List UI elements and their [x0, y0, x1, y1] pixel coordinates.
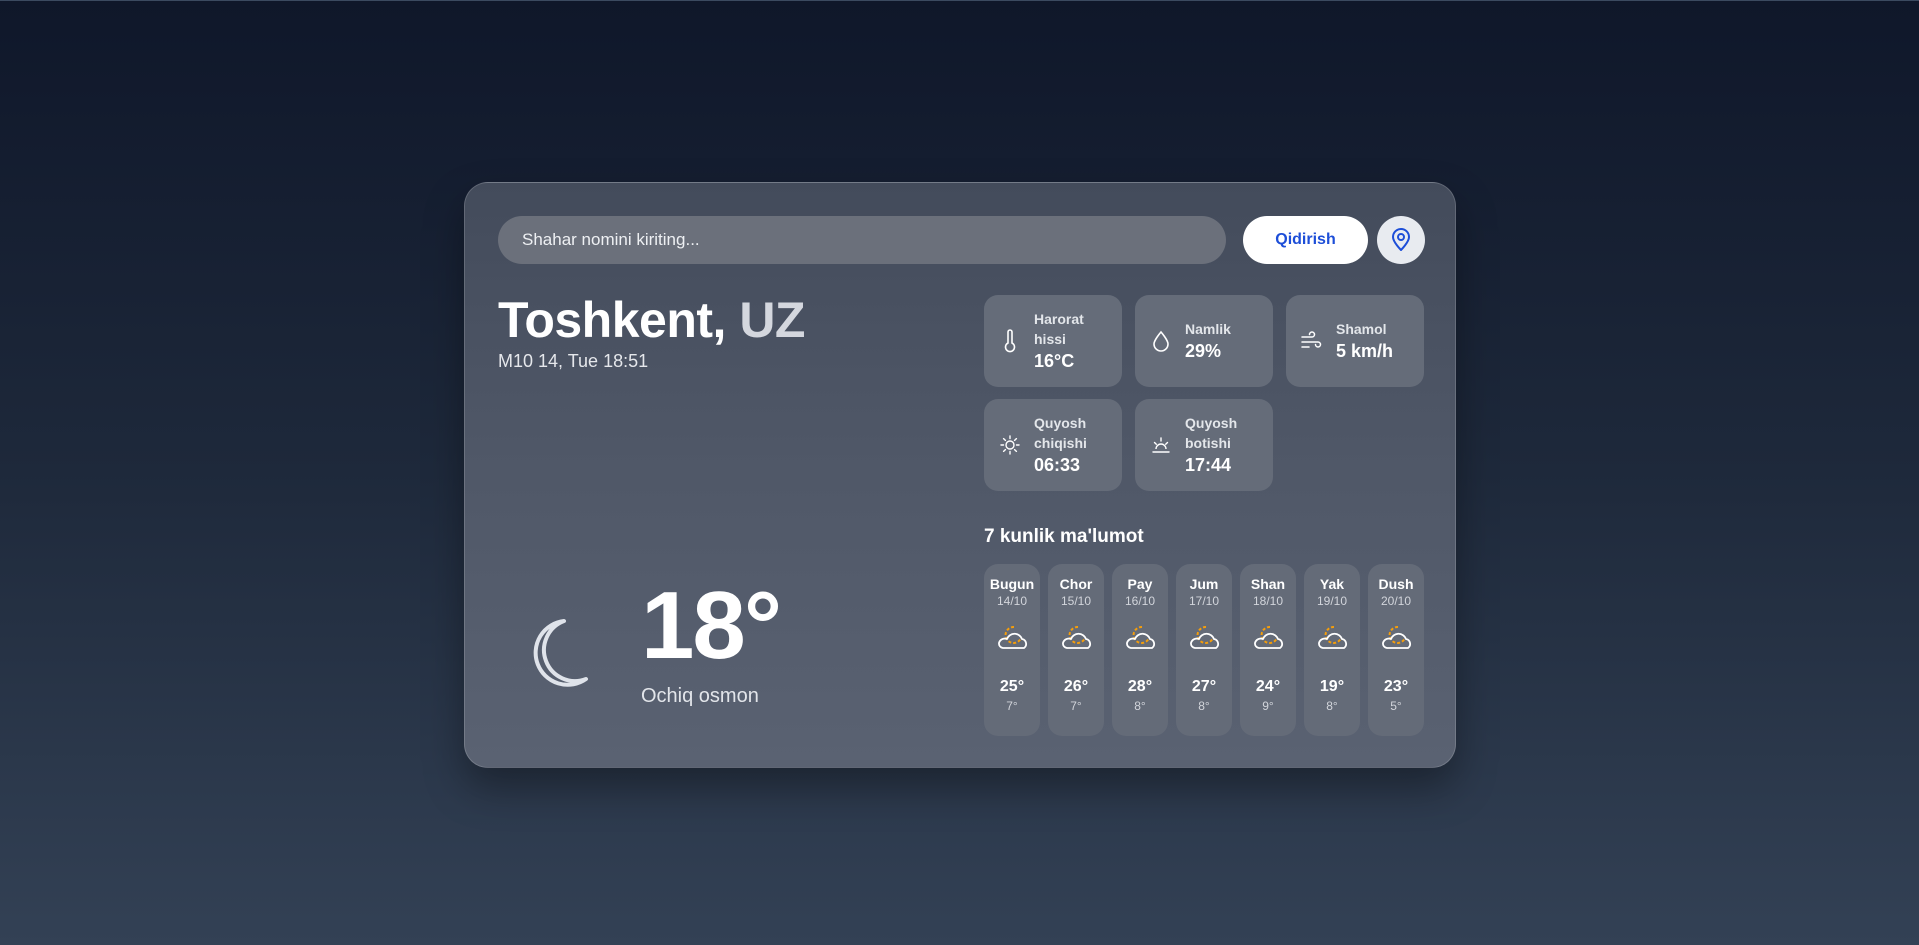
forecast-day-date: 18/10 — [1252, 594, 1284, 608]
search-button[interactable]: Qidirish — [1243, 216, 1368, 264]
city-name: Toshkent, — [498, 292, 726, 348]
date-time: M10 14, Tue 18:51 — [498, 351, 649, 371]
forecast-max-temp: 23° — [1383, 678, 1409, 695]
stat-label: Quyosh botishi — [1185, 415, 1238, 451]
stat-label: Harorat hissi — [1034, 311, 1084, 347]
forecast-day-date: 16/10 — [1124, 594, 1156, 608]
stat-sunset: Quyosh botishi 17:44 — [1135, 399, 1273, 491]
forecast-min-temp: 8° — [1326, 699, 1338, 713]
stat-humidity: Namlik 29% — [1135, 295, 1273, 387]
stat-label: Quyosh chiqishi — [1034, 415, 1087, 451]
droplet-icon — [1153, 330, 1169, 352]
forecast-day: Jum 17/10 27° 8° — [1176, 564, 1232, 736]
weather-card: Qidirish Toshkent, UZ M10 14, Tue 18:51 … — [464, 182, 1456, 768]
stat-value: 16°C — [1034, 351, 1075, 371]
stat-value: 5 km/h — [1336, 341, 1394, 361]
partly-cloudy-night-icon — [1126, 625, 1155, 649]
forecast-min-temp: 7° — [1070, 699, 1082, 713]
moon-icon — [533, 619, 588, 687]
forecast-max-temp: 19° — [1319, 678, 1345, 695]
location-button[interactable] — [1377, 216, 1425, 264]
forecast-day: Bugun 14/10 25° 7° — [984, 564, 1040, 736]
stat-value: 29% — [1185, 341, 1222, 361]
forecast-day-date: 19/10 — [1316, 594, 1348, 608]
forecast-day-name: Chor — [1059, 576, 1093, 592]
search-input[interactable] — [498, 216, 1226, 264]
stat-value: 06:33 — [1034, 455, 1081, 475]
forecast-min-temp: 9° — [1262, 699, 1274, 713]
country-code: UZ — [739, 292, 805, 348]
forecast-max-temp: 26° — [1063, 678, 1089, 695]
forecast-min-temp: 8° — [1198, 699, 1210, 713]
forecast-min-temp: 7° — [1006, 699, 1018, 713]
forecast-day-name: Jum — [1189, 576, 1219, 592]
forecast-day-name: Shan — [1250, 576, 1286, 592]
forecast-day-date: 14/10 — [996, 594, 1028, 608]
thermometer-icon — [1004, 329, 1016, 353]
sunset-icon — [1152, 437, 1170, 453]
partly-cloudy-night-icon — [998, 625, 1027, 649]
weather-description: Ochiq osmon — [641, 685, 759, 707]
wind-icon — [1301, 331, 1322, 348]
partly-cloudy-night-icon — [1062, 625, 1091, 649]
partly-cloudy-night-icon — [1382, 625, 1411, 649]
map-pin-icon — [1392, 228, 1410, 251]
forecast-title: 7 kunlik ma'lumot — [984, 526, 1144, 547]
sunrise-icon — [1000, 435, 1020, 455]
forecast-day-date: 17/10 — [1188, 594, 1220, 608]
forecast-day-name: Pay — [1127, 576, 1153, 592]
partly-cloudy-night-icon — [1190, 625, 1219, 649]
forecast-max-temp: 27° — [1191, 678, 1217, 695]
forecast-min-temp: 8° — [1134, 699, 1146, 713]
forecast-day-name: Bugun — [989, 576, 1035, 592]
forecast-day: Chor 15/10 26° 7° — [1048, 564, 1104, 736]
forecast-day: Pay 16/10 28° 8° — [1112, 564, 1168, 736]
forecast-max-temp: 24° — [1255, 678, 1281, 695]
forecast-day: Dush 20/10 23° 5° — [1368, 564, 1424, 736]
stat-feels-like: Harorat hissi 16°C — [984, 295, 1122, 387]
city-title: Toshkent, UZ — [498, 291, 805, 349]
partly-cloudy-night-icon — [1254, 625, 1283, 649]
stat-sunrise: Quyosh chiqishi 06:33 — [984, 399, 1122, 491]
forecast-day: Yak 19/10 19° 8° — [1304, 564, 1360, 736]
stat-value: 17:44 — [1185, 455, 1232, 475]
partly-cloudy-night-icon — [1318, 625, 1347, 649]
forecast-day-name: Dush — [1378, 576, 1414, 592]
forecast-day: Shan 18/10 24° 9° — [1240, 564, 1296, 736]
forecast-day-date: 15/10 — [1060, 594, 1092, 608]
forecast-max-temp: 25° — [999, 678, 1025, 695]
forecast-min-temp: 5° — [1390, 699, 1402, 713]
forecast-day-name: Yak — [1319, 576, 1345, 592]
current-temperature: 18° — [641, 572, 782, 679]
forecast-day-date: 20/10 — [1380, 594, 1412, 608]
stat-label: Shamol — [1336, 321, 1387, 337]
forecast-max-temp: 28° — [1127, 678, 1153, 695]
stat-wind: Shamol 5 km/h — [1286, 295, 1424, 387]
stat-label: Namlik — [1185, 321, 1231, 337]
